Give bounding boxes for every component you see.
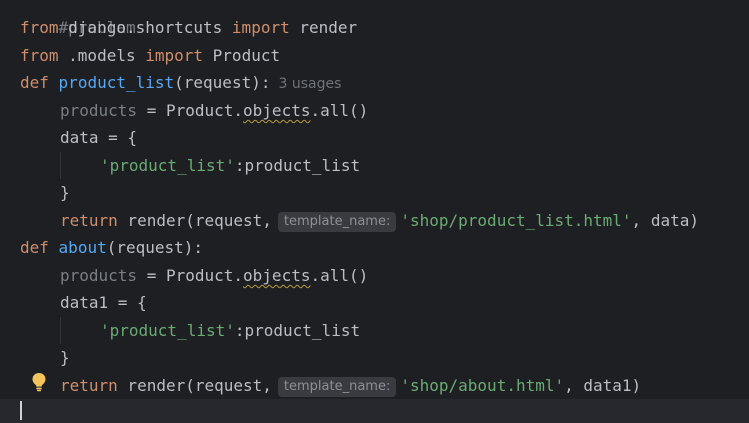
keyword-from: from [20,46,59,65]
unused-variable: products [60,266,138,285]
warning-attribute: objects [243,101,311,120]
code-line-def-product-list[interactable]: def product_list(request): 3 usages [20,69,341,96]
keyword-return: return [60,376,118,395]
keyword-def: def [20,238,49,257]
parameter-hint: template_name: [277,377,397,397]
warning-attribute: objects [243,266,311,285]
imported-name: Product [203,46,281,65]
dict-value: :product_list [234,321,361,340]
dict-close: } [60,348,70,367]
code-line-return-render[interactable]: return render(request, template_name:'sho… [60,207,699,234]
dict-open: data1 = { [60,293,147,312]
dict-key-string: 'product_list' [100,156,235,175]
template-string: 'shop/about.html' [400,376,565,395]
keyword-return: return [60,211,118,230]
assignment-expr: = Product. [137,266,244,285]
call-tail: , data1) [564,376,642,395]
function-name: product_list [58,73,175,92]
keyword-def: def [20,73,49,92]
text-caret [20,401,22,420]
dict-close: } [60,183,70,202]
function-name: about [58,238,107,257]
code-line-import-render[interactable]: from django.shortcuts import render [20,14,357,41]
module-name: django.shortcuts [58,18,232,37]
code-editor[interactable]: #problam from django.shortcuts import re… [0,0,749,423]
parameter-hint: template_name: [277,212,397,232]
method-call: .all() [310,266,369,285]
render-call: render(request, [117,211,272,230]
code-line-return-render[interactable]: return render(request, template_name:'sho… [60,372,641,399]
module-name: .models [58,46,146,65]
keyword-from: from [20,18,59,37]
dict-value: :product_list [234,156,361,175]
template-string: 'shop/product_list.html' [400,211,632,230]
current-line-highlight [0,399,749,423]
code-line-dict-close[interactable]: } [60,344,70,371]
code-line-comment[interactable]: #problam [20,0,136,37]
indent-guide [60,152,61,179]
keyword-import: import [145,46,204,65]
imported-name: render [289,18,358,37]
code-line-dict-entry[interactable]: 'product_list':product_list [100,152,360,179]
usages-hint[interactable]: 3 usages [278,76,341,92]
keyword-import: import [231,18,290,37]
render-call: render(request, [117,376,272,395]
code-line-def-about[interactable]: def about(request): [20,234,203,261]
lightbulb-icon[interactable] [31,372,47,392]
unused-variable: products [60,101,138,120]
code-line-products-assign[interactable]: products = Product.objects.all() [60,262,368,289]
code-line-products-assign[interactable]: products = Product.objects.all() [60,97,368,124]
code-line-data1-open[interactable]: data1 = { [60,289,147,316]
code-line-dict-entry[interactable]: 'product_list':product_list [100,317,360,344]
call-tail: , data) [631,211,699,230]
indent-guide [60,317,61,344]
code-line-import-product[interactable]: from .models import Product [20,42,280,69]
function-params: (request): [174,73,271,92]
assignment-expr: = Product. [137,101,244,120]
code-line-dict-close[interactable]: } [60,179,70,206]
dict-open: data = { [60,128,138,147]
function-params: (request): [106,238,204,257]
dict-key-string: 'product_list' [100,321,235,340]
method-call: .all() [310,101,369,120]
code-line-data-open[interactable]: data = { [60,124,137,151]
